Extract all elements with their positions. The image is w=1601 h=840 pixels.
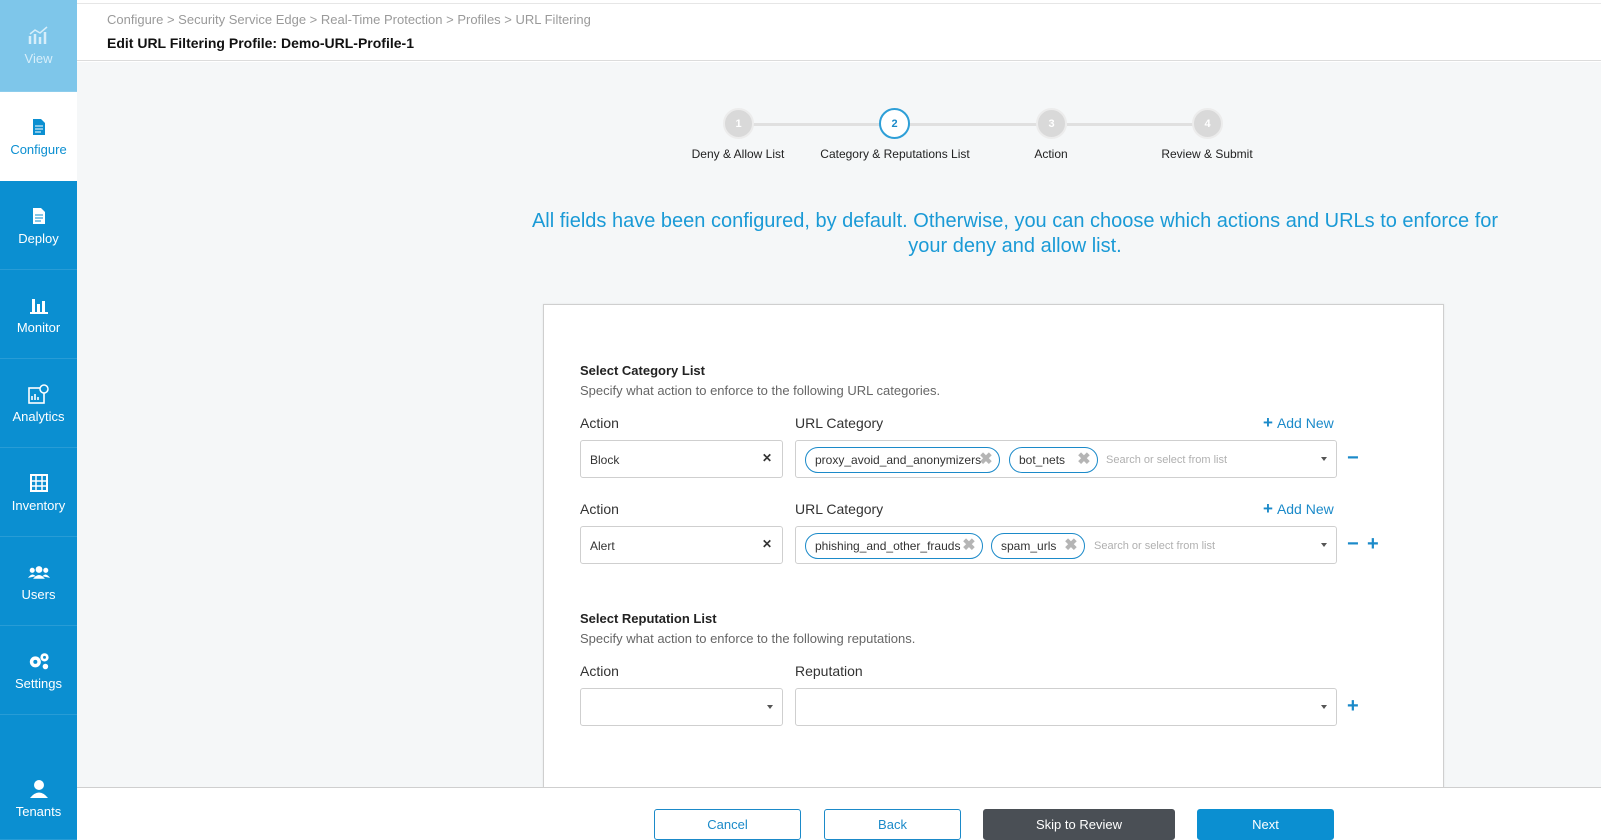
breadcrumb[interactable]: Configure > Security Service Edge > Real…: [107, 12, 591, 27]
step-2-circle[interactable]: 2: [879, 108, 910, 139]
chevron-down-icon[interactable]: [767, 705, 773, 709]
sidebar-item-label: Inventory: [11, 497, 66, 513]
reputation-action-select[interactable]: [580, 688, 783, 726]
sidebar-item-label: Settings: [15, 675, 62, 691]
reputation-section-description: Specify what action to enforce to the fo…: [580, 631, 916, 646]
category-section-title: Select Category List: [580, 363, 705, 378]
chevron-down-icon[interactable]: [1321, 705, 1327, 709]
sidebar-item-label: Analytics: [12, 408, 65, 424]
remove-tag-icon[interactable]: ✖: [978, 452, 994, 468]
category-tag: proxy_avoid_and_anonymizers ✖: [805, 447, 1000, 473]
sidebar-item-inventory[interactable]: Inventory: [0, 448, 77, 537]
stepper-connector: [752, 123, 887, 126]
url-category-multiselect[interactable]: phishing_and_other_frauds ✖ spam_urls ✖ Se…: [795, 526, 1337, 564]
chevron-down-icon[interactable]: [1321, 457, 1327, 461]
action-select[interactable]: Alert ✕: [580, 526, 783, 564]
back-button[interactable]: Back: [824, 809, 961, 840]
sidebar-item-label: View: [24, 51, 53, 66]
action-label: Action: [580, 501, 619, 517]
remove-row-button[interactable]: −: [1347, 448, 1359, 468]
document-icon: [28, 205, 50, 227]
page-header: Configure > Security Service Edge > Real…: [77, 3, 1601, 61]
step-4-label: Review & Submit: [1161, 147, 1253, 161]
sidebar-item-label: Deploy: [18, 230, 59, 246]
sidebar-item-deploy[interactable]: Deploy: [0, 181, 77, 270]
sidebar-item-monitor[interactable]: Monitor: [0, 270, 77, 359]
gear-icon: [28, 650, 50, 672]
remove-tag-icon[interactable]: ✖: [1063, 538, 1079, 554]
plus-icon: +: [1263, 499, 1273, 518]
action-label: Action: [580, 663, 619, 679]
intro-text: All fields have been configured, by defa…: [531, 210, 1499, 257]
url-category-label: URL Category: [795, 501, 884, 517]
sidebar: View Configure Deploy Monitor Analytics …: [0, 0, 77, 840]
sidebar-item-settings[interactable]: Settings: [0, 626, 77, 715]
remove-tag-icon[interactable]: ✖: [1076, 452, 1092, 468]
add-new-category-button[interactable]: + Add New: [1263, 413, 1334, 433]
step-4-circle[interactable]: 4: [1192, 108, 1223, 139]
document-icon: [28, 116, 50, 138]
sidebar-item-label: Monitor: [16, 319, 61, 335]
search-placeholder[interactable]: Search or select from list: [1094, 540, 1215, 552]
inventory-icon: [28, 472, 50, 494]
chevron-down-icon[interactable]: [1321, 543, 1327, 547]
users-icon: [27, 561, 50, 583]
skip-to-review-button[interactable]: Skip to Review: [983, 809, 1175, 840]
chart-icon: [28, 25, 50, 47]
clear-icon[interactable]: ✕: [762, 537, 772, 551]
step-3-circle[interactable]: 3: [1036, 108, 1067, 139]
cancel-button[interactable]: Cancel: [654, 809, 801, 840]
category-tag: spam_urls ✖: [991, 533, 1085, 559]
reputation-label: Reputation: [795, 663, 863, 679]
sidebar-item-view[interactable]: View: [0, 0, 77, 92]
bar-chart-icon: [28, 294, 50, 316]
category-tag: phishing_and_other_frauds ✖: [805, 533, 983, 559]
add-row-button[interactable]: +: [1367, 534, 1379, 554]
search-placeholder[interactable]: Search or select from list: [1106, 454, 1227, 466]
footer-bar: Cancel Back Skip to Review Next: [77, 787, 1601, 840]
next-button[interactable]: Next: [1197, 809, 1334, 840]
stepper-connector: [909, 123, 1044, 126]
tenant-icon: [28, 778, 50, 800]
stepper-connector: [1067, 123, 1202, 126]
analytics-icon: [27, 383, 50, 405]
url-category-multiselect[interactable]: proxy_avoid_and_anonymizers ✖ bot_nets ✖ S…: [795, 440, 1337, 478]
sidebar-item-analytics[interactable]: Analytics: [0, 359, 77, 448]
sidebar-item-configure[interactable]: Configure: [0, 92, 77, 181]
step-1-circle[interactable]: 1: [723, 108, 754, 139]
page-title: Edit URL Filtering Profile: Demo-URL-Pro…: [107, 35, 414, 51]
action-label: Action: [580, 415, 619, 431]
main-content: 1 2 3 4 Deny & Allow List Category & Rep…: [77, 62, 1601, 794]
add-row-button[interactable]: +: [1347, 696, 1359, 716]
sidebar-item-label: Users: [21, 586, 56, 602]
remove-row-button[interactable]: −: [1347, 534, 1359, 554]
reputation-select[interactable]: [795, 688, 1337, 726]
plus-icon: +: [1263, 413, 1273, 432]
form-card: Select Category List Specify what action…: [543, 304, 1444, 794]
action-select[interactable]: Block ✕: [580, 440, 783, 478]
add-new-category-button[interactable]: + Add New: [1263, 499, 1334, 519]
category-tag: bot_nets ✖: [1009, 447, 1098, 473]
reputation-section-title: Select Reputation List: [580, 611, 717, 626]
sidebar-item-label: Configure: [10, 141, 67, 157]
remove-tag-icon[interactable]: ✖: [961, 538, 977, 554]
sidebar-item-label: Tenants: [15, 803, 62, 819]
sidebar-item-tenants[interactable]: Tenants: [0, 757, 77, 840]
sidebar-item-users[interactable]: Users: [0, 537, 77, 626]
category-section-description: Specify what action to enforce to the fo…: [580, 383, 941, 398]
clear-icon[interactable]: ✕: [762, 451, 772, 465]
url-category-label: URL Category: [795, 415, 884, 431]
